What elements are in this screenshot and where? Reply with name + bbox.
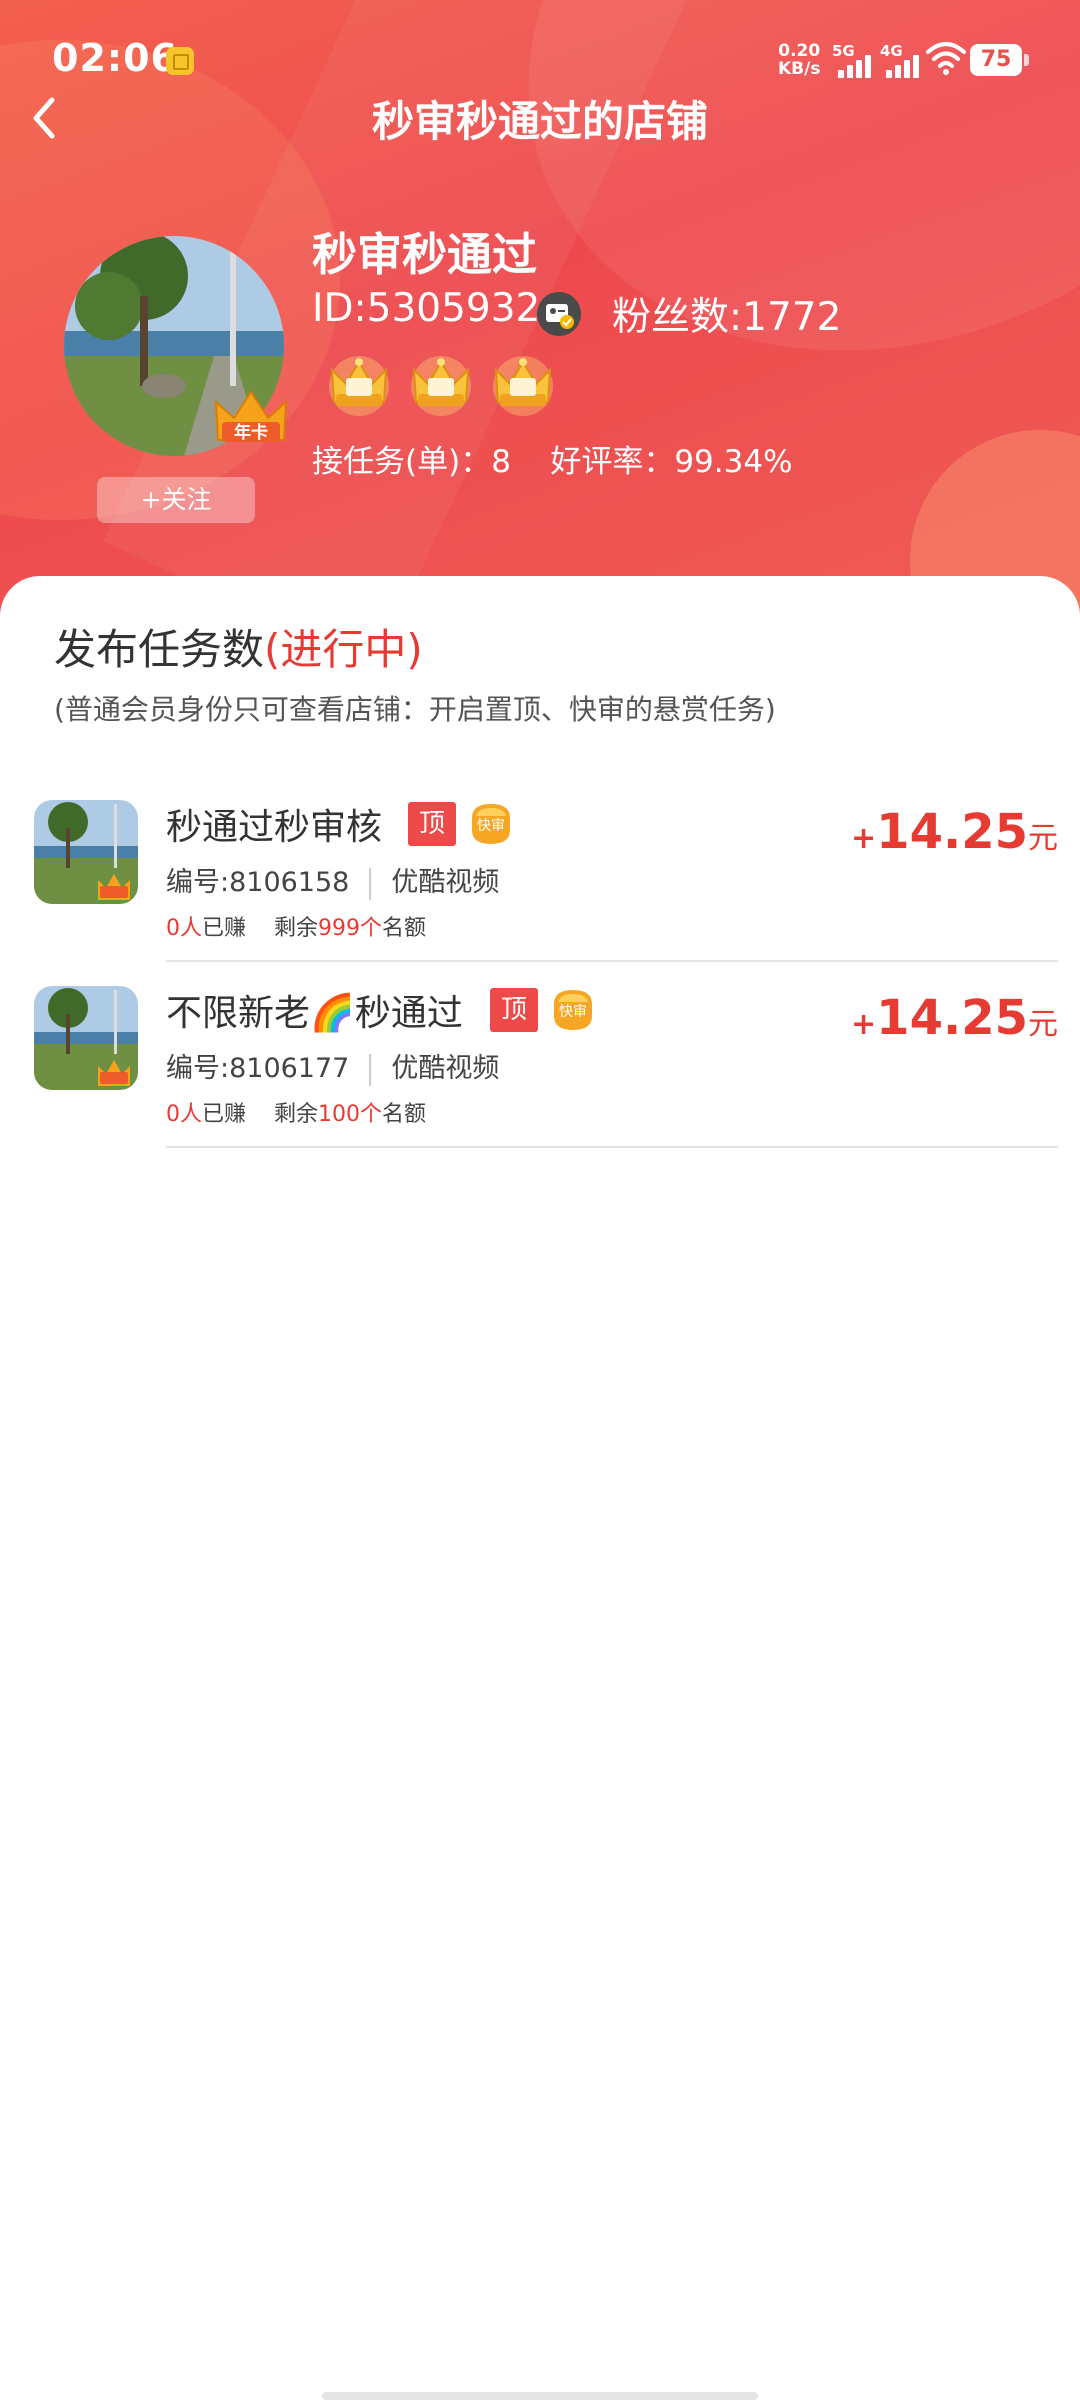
task-item[interactable]: 秒通过秒审核 顶 快审 编号:8106158 优酷视频 0人已赚 剩余999个名额… xyxy=(0,776,1080,962)
reward-unit: 元 xyxy=(1028,821,1058,856)
quota-label: 名额 xyxy=(382,1102,427,1127)
fast-review-badge-icon: 快审 xyxy=(554,990,592,1030)
section-title: 发布任务数(进行中) xyxy=(54,616,423,677)
shop-header: 02:06 0.20 KB/s 5G 4G 75 秒审秒通过的店铺 年卡 +关注… xyxy=(0,0,1080,620)
follow-button[interactable]: +关注 xyxy=(97,477,255,523)
gold-crown-icon xyxy=(329,356,389,416)
fast-review-label: 快审 xyxy=(559,1004,587,1020)
task-reward: +14.25元 xyxy=(851,804,1058,860)
earned-count: 0人 xyxy=(166,916,202,941)
task-platform: 优酷视频 xyxy=(391,867,500,898)
battery-cap xyxy=(1024,54,1029,66)
id-card-verified-icon xyxy=(537,292,581,336)
task-quota: 0人已赚 剩余999个名额 xyxy=(166,910,426,942)
remaining-count: 100个 xyxy=(318,1102,383,1127)
reward-plus: + xyxy=(851,821,877,856)
reward-plus: + xyxy=(851,1007,877,1042)
reward-amount: 14.25 xyxy=(876,990,1028,1046)
remaining-label: 剩余 xyxy=(274,916,319,941)
signal-4g-label: 4G xyxy=(880,42,903,60)
section-title-status: (进行中) xyxy=(264,625,423,674)
quota-label: 名额 xyxy=(382,916,427,941)
shop-id: ID:5305932 xyxy=(312,286,541,331)
page-title: 秒审秒通过的店铺 xyxy=(371,97,708,146)
section-subtitle: (普通会员身份只可查看店铺：开启置顶、快审的悬赏任务) xyxy=(54,693,776,726)
task-meta: 编号:8106177 优酷视频 xyxy=(166,1046,499,1086)
fast-review-badge-icon: 快审 xyxy=(472,804,510,844)
earned-label: 已赚 xyxy=(202,1102,247,1127)
task-item[interactable]: 不限新老🌈秒通过 顶 快审 编号:8106177 优酷视频 0人已赚 剩余100个… xyxy=(0,962,1080,1148)
meta-divider xyxy=(369,1053,372,1086)
pinned-top-badge: 顶 xyxy=(408,802,456,846)
remaining-count: 999个 xyxy=(318,916,383,941)
meta-divider xyxy=(369,867,372,900)
shop-stats: 接任务(单)：8 好评率：99.34% xyxy=(312,444,793,480)
pinned-top-badge: 顶 xyxy=(490,988,538,1032)
task-thumbnail xyxy=(34,986,138,1090)
task-name: 不限新老🌈秒通过 xyxy=(166,993,463,1034)
annual-card-crown-icon: 年卡 xyxy=(214,390,288,443)
network-speed-unit: KB/s xyxy=(778,59,821,79)
wifi-icon xyxy=(926,42,966,75)
home-indicator[interactable] xyxy=(322,2392,758,2400)
task-list-card: 发布任务数(进行中) (普通会员身份只可查看店铺：开启置顶、快审的悬赏任务) 秒… xyxy=(0,576,1080,2408)
gold-crown-icon xyxy=(411,356,471,416)
signal-5g-label: 5G xyxy=(832,42,855,60)
task-number: 编号:8106177 xyxy=(166,1053,350,1084)
status-time: 02:06 xyxy=(52,36,178,80)
fast-review-label: 快审 xyxy=(477,818,505,834)
gold-crown-icon xyxy=(493,356,553,416)
battery-icon: 75 xyxy=(970,44,1022,76)
reward-amount: 14.25 xyxy=(876,804,1028,860)
network-speed-value: 0.20 xyxy=(778,41,821,61)
task-thumbnail xyxy=(34,800,138,904)
network-speed: 0.20 KB/s xyxy=(778,42,820,78)
earned-count: 0人 xyxy=(166,1102,202,1127)
signal-5g-icon: 5G xyxy=(832,42,878,78)
task-number: 编号:8106158 xyxy=(166,867,350,898)
task-meta: 编号:8106158 优酷视频 xyxy=(166,860,499,900)
task-name: 秒通过秒审核 xyxy=(166,807,383,848)
signal-4g-icon: 4G xyxy=(880,42,926,78)
notification-app-icon xyxy=(166,47,194,75)
reward-unit: 元 xyxy=(1028,1007,1058,1042)
annual-card-label: 年卡 xyxy=(234,422,268,443)
earned-label: 已赚 xyxy=(202,916,247,941)
section-title-text: 发布任务数 xyxy=(54,625,265,674)
task-reward: +14.25元 xyxy=(851,990,1058,1046)
shop-name: 秒审秒通过 xyxy=(312,228,538,281)
task-platform: 优酷视频 xyxy=(391,1053,500,1084)
remaining-label: 剩余 xyxy=(274,1102,319,1127)
task-quota: 0人已赚 剩余100个名额 xyxy=(166,1096,426,1128)
fans-count: 粉丝数:1772 xyxy=(612,295,842,340)
task-divider xyxy=(166,1146,1058,1148)
